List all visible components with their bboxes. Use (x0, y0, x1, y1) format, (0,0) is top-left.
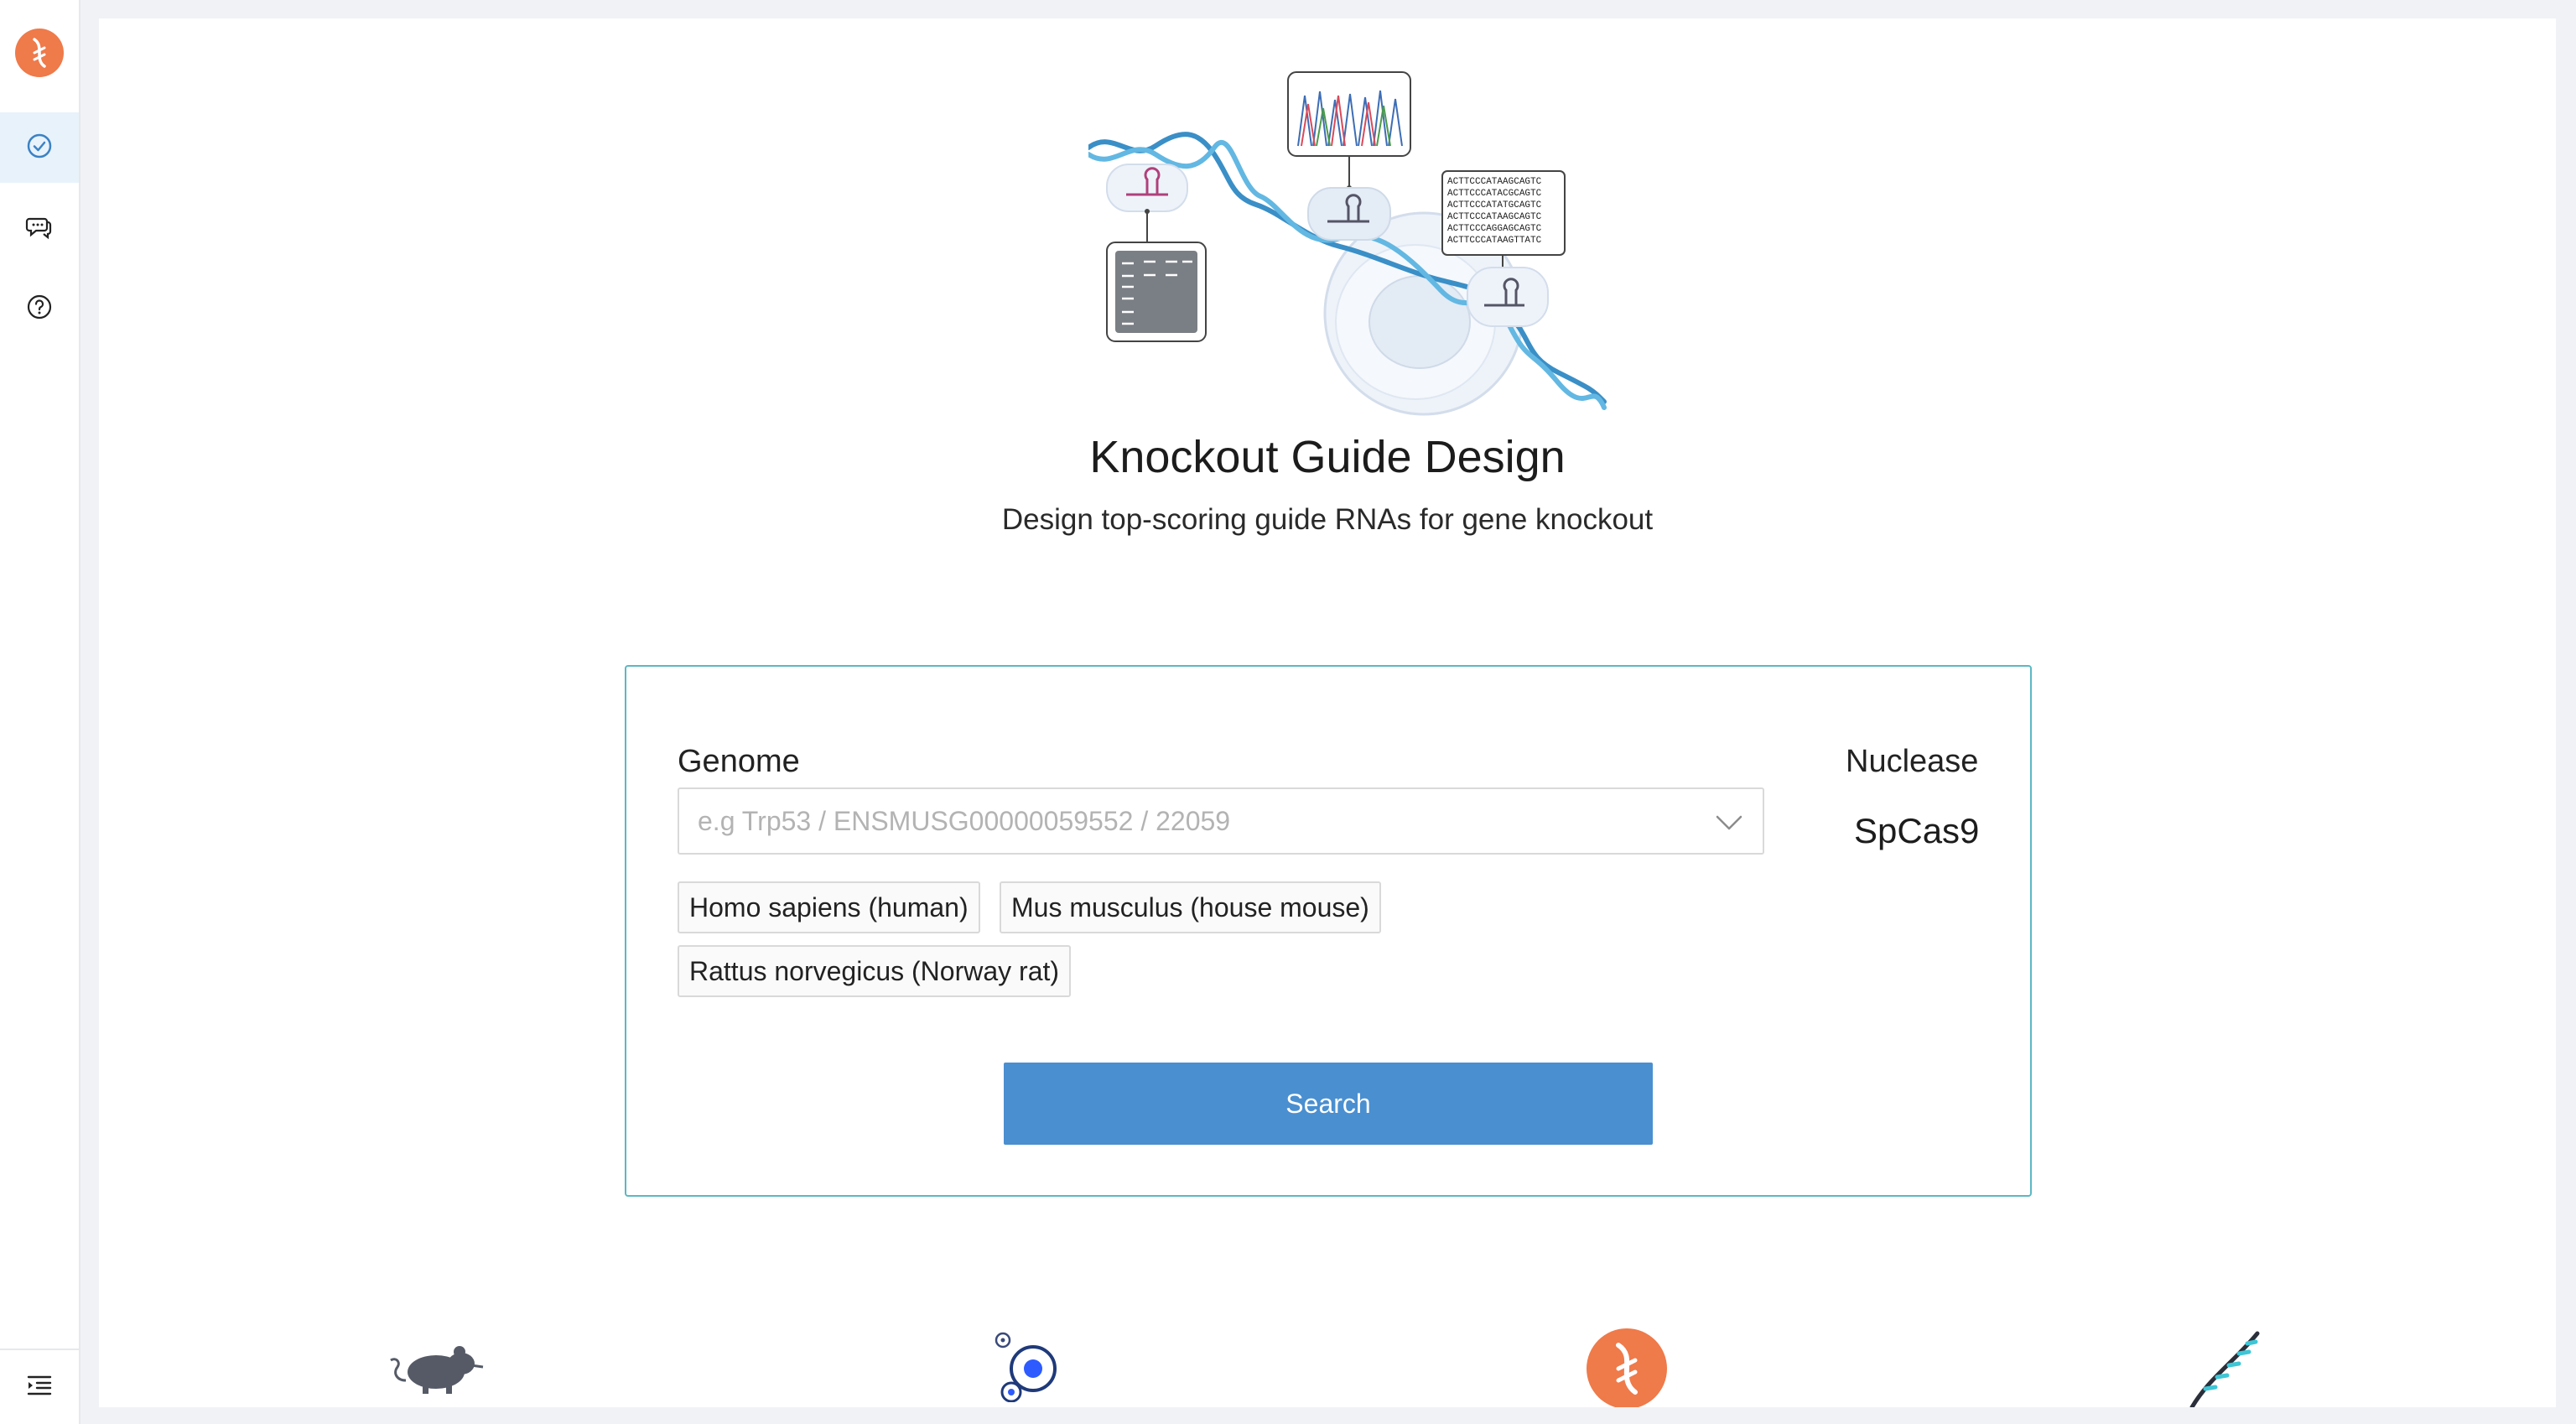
chromatogram-graphic (1287, 71, 1411, 190)
genome-option-rat[interactable]: Rattus norvegicus (Norway rat) (678, 945, 1072, 997)
check-circle-icon (26, 133, 53, 164)
cell-icon (993, 1332, 1073, 1406)
grna-bubble-middle (1307, 187, 1391, 241)
svg-text:ACTTCCCATAAGTTATC: ACTTCCCATAAGTTATC (1447, 236, 1542, 246)
crispr-illustration: ACTTCCCATAAGCAGTC ACTTCCCATACGCAGTC ACTT… (1086, 71, 1607, 416)
svg-text:ACTTCCCATAAGCAGTC: ACTTCCCATAAGCAGTC (1447, 177, 1542, 187)
sidebar-item-help[interactable] (0, 273, 79, 344)
dna-strand-icon (2184, 1328, 2264, 1407)
chevron-down-icon (1714, 808, 1744, 838)
help-circle-icon (26, 294, 53, 325)
sidebar-item-chat[interactable] (0, 193, 79, 263)
chat-bubbles-icon (25, 212, 54, 245)
hero-illustration: ACTTCCCATAAGCAGTC ACTTCCCATACGCAGTC ACTT… (1086, 70, 1608, 423)
svg-text:ACTTCCCATACGCAGTC: ACTTCCCATACGCAGTC (1447, 189, 1542, 199)
nuclease-value: SpCas9 (1854, 811, 1980, 850)
gel-graphic (1106, 242, 1207, 342)
svg-text:ACTTCCCATAAGCAGTC: ACTTCCCATAAGCAGTC (1447, 212, 1542, 222)
genome-label: Genome (678, 744, 800, 779)
svg-text:ACTTCCCAGGAGCAGTC: ACTTCCCAGGAGCAGTC (1447, 224, 1542, 234)
grna-bubble-right (1467, 267, 1549, 327)
sidebar (0, 0, 80, 1424)
page-subtitle: Design top-scoring guide RNAs for gene k… (1001, 503, 1654, 536)
genome-search-placeholder: e.g Trp53 / ENSMUSG00000059552 / 22059 (698, 805, 1231, 836)
svg-text:ACTTCCCATATGCAGTC: ACTTCCCATATGCAGTC (1447, 200, 1542, 210)
dna-logo-icon[interactable] (14, 28, 65, 78)
nuclease-label: Nuclease (1846, 744, 1979, 779)
search-form-card: Genome Nuclease SpCas9 e.g Trp53 / ENSMU… (625, 665, 2032, 1197)
genome-option-mouse[interactable]: Mus musculus (house mouse) (1000, 881, 1381, 933)
page-title: Knockout Guide Design (1089, 432, 1566, 482)
sidebar-item-design[interactable] (0, 112, 79, 183)
mouse-icon (389, 1328, 486, 1403)
sidebar-collapse-toggle[interactable] (0, 1349, 79, 1424)
genome-search-select[interactable]: e.g Trp53 / ENSMUSG00000059552 / 22059 (678, 787, 1764, 855)
main-content: ACTTCCCATAAGCAGTC ACTTCCCATACGCAGTC ACTT… (99, 18, 2556, 1407)
menu-indent-icon (27, 1375, 52, 1401)
search-button[interactable]: Search (1004, 1063, 1653, 1145)
grna-bubble-left (1106, 164, 1188, 242)
dna-logo-icon (1585, 1327, 1669, 1407)
genome-option-human[interactable]: Homo sapiens (human) (678, 881, 980, 933)
